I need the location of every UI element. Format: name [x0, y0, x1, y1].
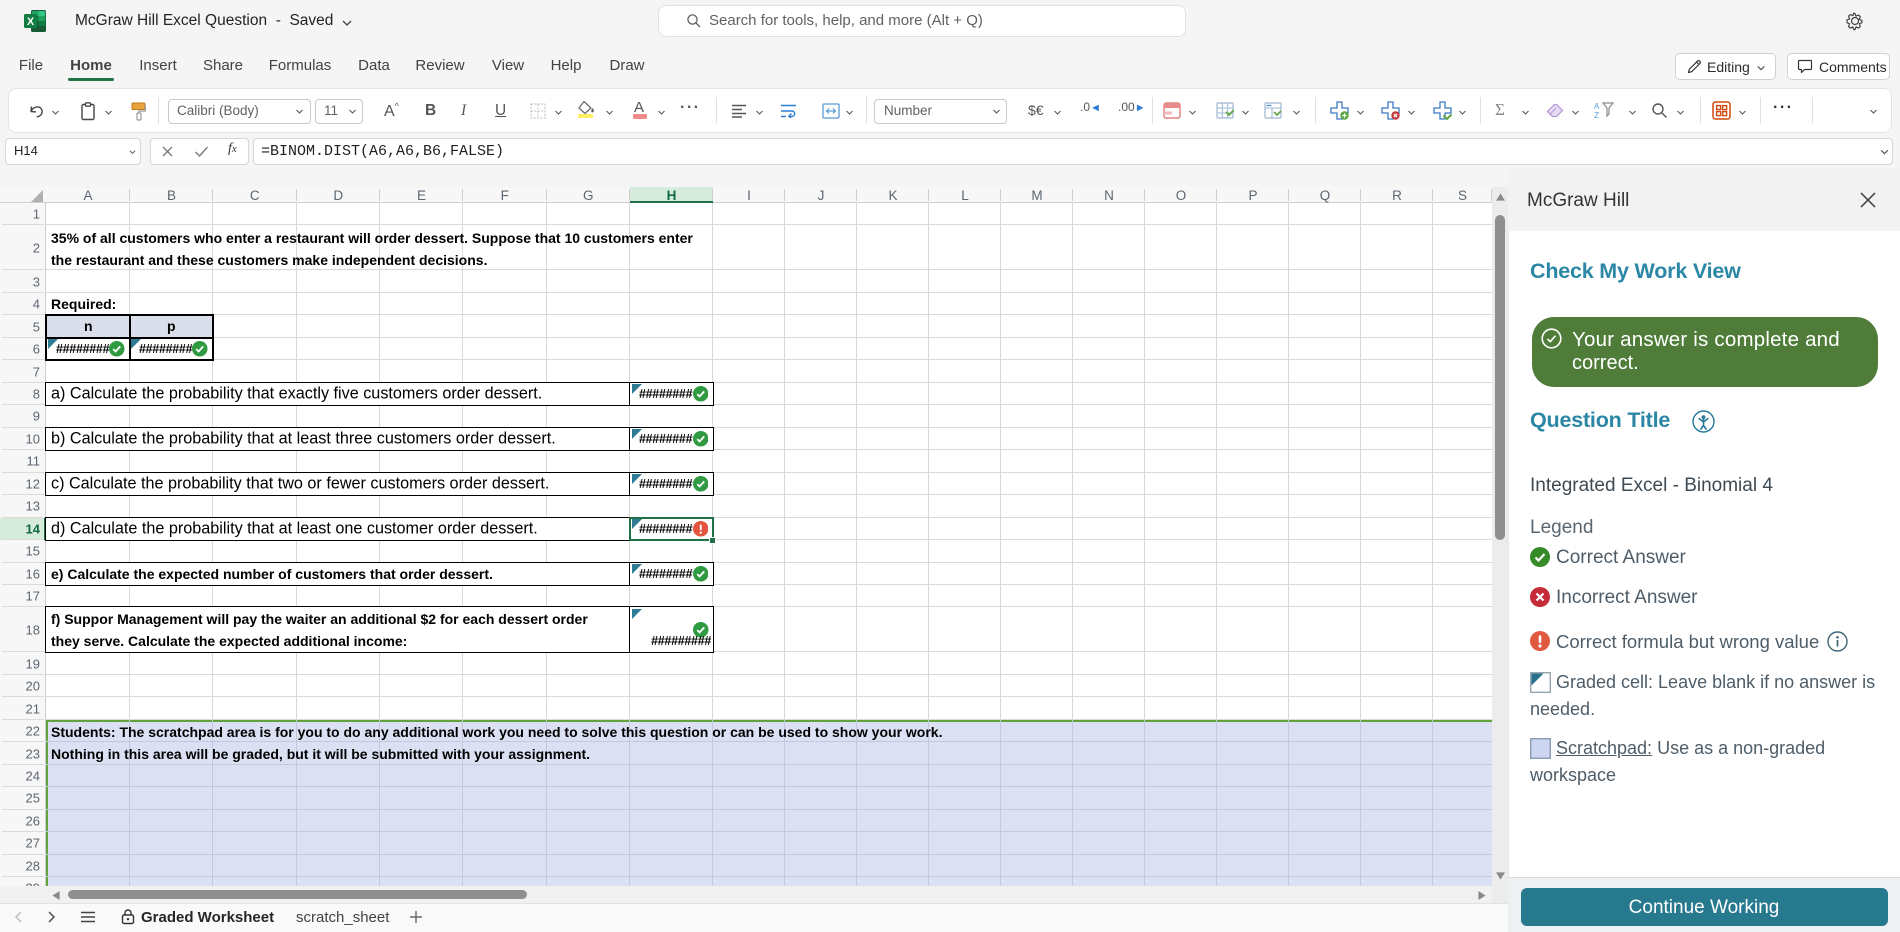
svg-text:A: A: [1594, 102, 1600, 111]
svg-text:Z: Z: [1594, 111, 1599, 119]
svg-text:X: X: [27, 16, 35, 28]
